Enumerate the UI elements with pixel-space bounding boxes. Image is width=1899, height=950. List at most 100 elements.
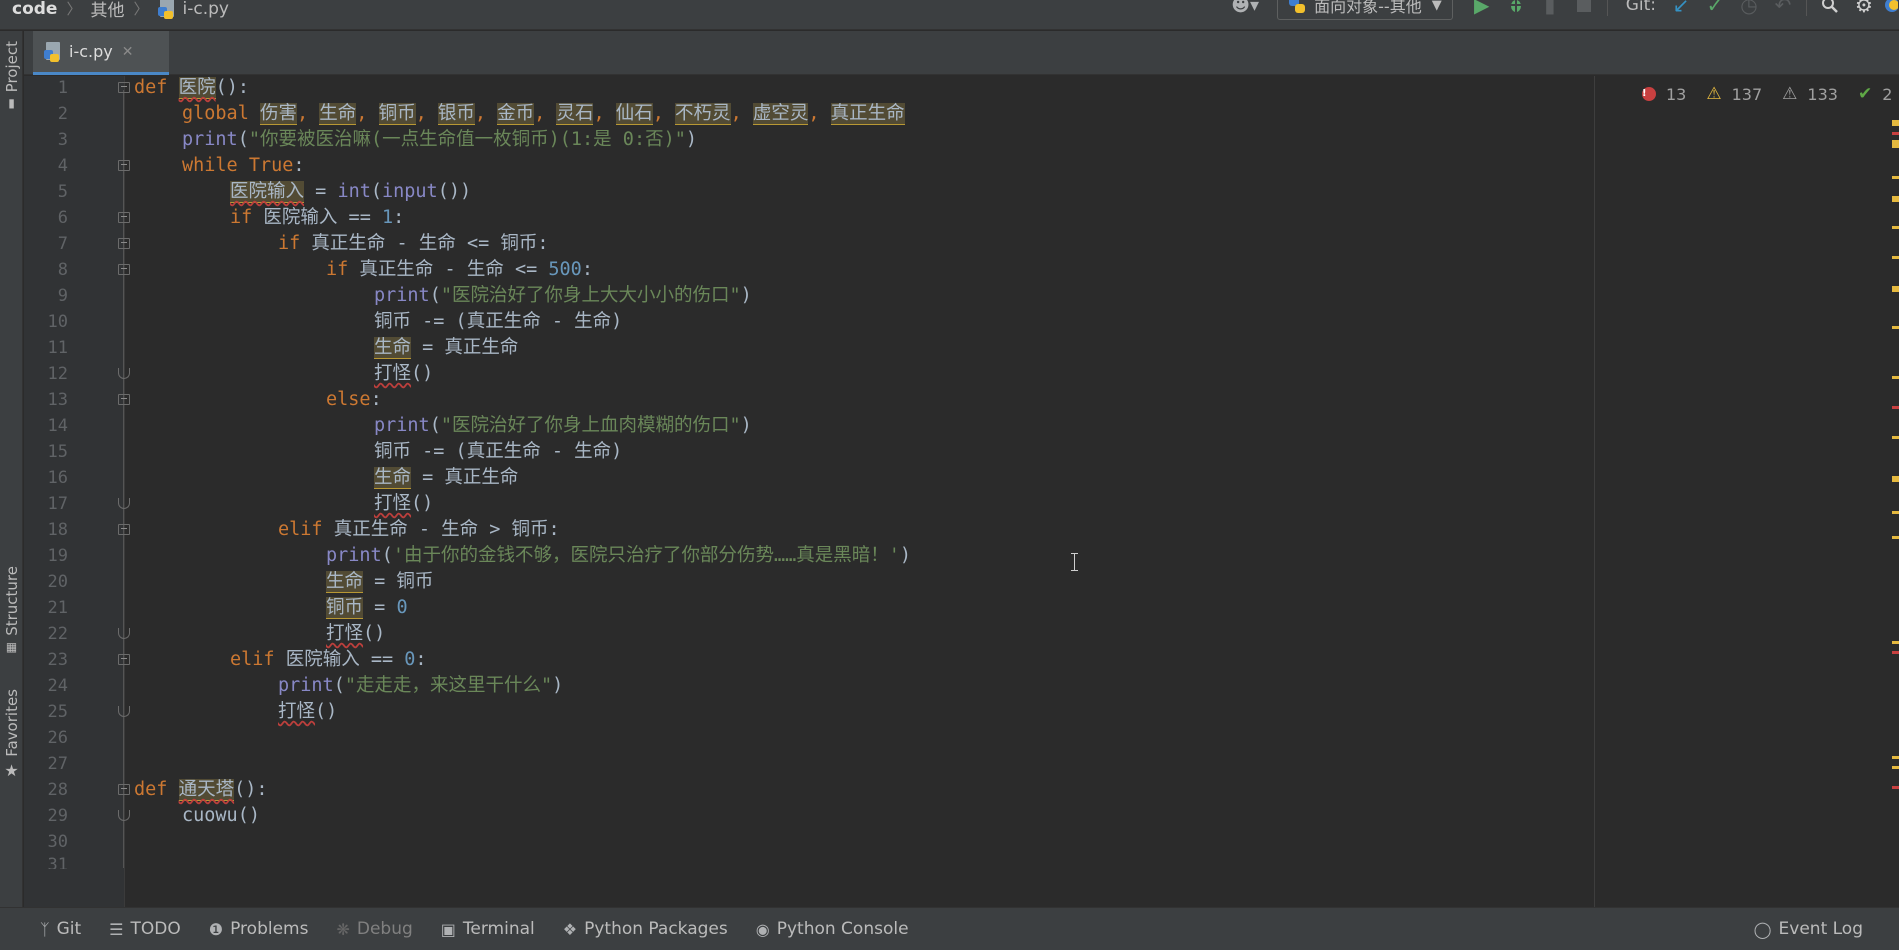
line-number: 26 bbox=[47, 728, 68, 748]
string: "医院治好了你身上大大小小的伤口" bbox=[440, 285, 741, 306]
tab-event-log[interactable]: ◯ Event Log bbox=[1754, 919, 1863, 939]
tab-problems[interactable]: ❶ Problems bbox=[209, 919, 309, 939]
project-tool-tab[interactable]: Project ▮ bbox=[0, 41, 23, 110]
stripe-mark[interactable] bbox=[1892, 641, 1899, 644]
fold-marker[interactable] bbox=[118, 368, 130, 379]
user-icon[interactable]: ☻▾ bbox=[1221, 0, 1269, 18]
code-line: 生命 = 铜币 bbox=[326, 569, 433, 595]
stripe-mark[interactable] bbox=[1892, 406, 1899, 409]
stop-icon[interactable] bbox=[1567, 0, 1601, 18]
fold-marker[interactable] bbox=[118, 238, 130, 249]
breadcrumb-file[interactable]: i-c.py bbox=[183, 0, 229, 19]
code-text: = 真正生命 bbox=[411, 337, 519, 358]
debug-icon[interactable] bbox=[1499, 0, 1533, 18]
code-line: def 通天塔(): bbox=[134, 777, 268, 803]
gear-icon[interactable]: ⚙ bbox=[1847, 0, 1881, 18]
run-configuration-select[interactable]: 面向对象--其他 ▼ bbox=[1277, 0, 1453, 20]
stripe-mark[interactable] bbox=[1892, 286, 1899, 292]
tab-python-packages[interactable]: ❖ Python Packages bbox=[563, 919, 728, 939]
plugin-icon[interactable] bbox=[1881, 0, 1899, 18]
stripe-mark[interactable] bbox=[1892, 511, 1899, 514]
stripe-mark[interactable] bbox=[1892, 436, 1899, 439]
stripe-mark[interactable] bbox=[1892, 176, 1899, 179]
stripe-mark[interactable] bbox=[1892, 132, 1899, 135]
favorites-tool-tab[interactable]: Favorites ★ bbox=[0, 689, 23, 780]
errors-count[interactable]: ! 13 bbox=[1642, 85, 1696, 104]
fold-marker[interactable] bbox=[118, 212, 130, 223]
code-editor[interactable]: 1 2 3 4 5 6 7 8 9 10 11 12 13 14 15 16 1… bbox=[24, 76, 1899, 907]
tab-terminal[interactable]: ▣ Terminal bbox=[441, 919, 535, 939]
warning-icon: ⚠ bbox=[1706, 84, 1722, 104]
rollback-icon[interactable]: ↶ bbox=[1766, 0, 1800, 18]
fold-marker[interactable] bbox=[118, 628, 130, 639]
stripe-mark[interactable] bbox=[1892, 196, 1899, 202]
text-cursor bbox=[1071, 553, 1078, 571]
stripe-mark[interactable] bbox=[1892, 476, 1899, 482]
stripe-mark[interactable] bbox=[1892, 140, 1899, 148]
string: "走走走，来这里干什么" bbox=[344, 675, 553, 696]
stripe-mark[interactable] bbox=[1892, 536, 1899, 539]
terminal-icon: ▣ bbox=[440, 919, 456, 939]
fold-marker[interactable] bbox=[118, 524, 130, 535]
fold-marker[interactable] bbox=[118, 498, 130, 509]
weak-warnings-count[interactable]: ⚠ 133 bbox=[1782, 84, 1848, 104]
line-number: 7 bbox=[57, 234, 68, 254]
stripe-mark[interactable] bbox=[1892, 376, 1899, 379]
fold-marker[interactable] bbox=[118, 654, 130, 665]
stripe-mark[interactable] bbox=[1892, 226, 1899, 229]
inspection-widget[interactable]: !13 ⚠137 ⚠133 ✔2 ⌃ ⌄ bbox=[1642, 84, 1899, 104]
stripe-mark[interactable] bbox=[1892, 651, 1899, 654]
stripe-mark[interactable] bbox=[1892, 786, 1899, 789]
fold-marker[interactable] bbox=[118, 264, 130, 275]
code-line: print("走走走，来这里干什么") bbox=[278, 673, 563, 699]
tab-label: Debug bbox=[356, 919, 413, 939]
stripe-mark[interactable] bbox=[1892, 326, 1899, 329]
fold-marker[interactable] bbox=[118, 784, 130, 795]
line-number: 31 bbox=[47, 855, 68, 869]
tab-todo[interactable]: ☰ TODO bbox=[109, 919, 181, 939]
typo-check-icon: ✔ bbox=[1857, 84, 1873, 104]
list-icon: ☰ bbox=[109, 919, 124, 939]
punctuation: ) bbox=[552, 675, 564, 696]
code-line: def 医院(): bbox=[134, 76, 249, 101]
warnings-count[interactable]: ⚠ 137 bbox=[1706, 84, 1772, 104]
layers-icon: ❖ bbox=[562, 919, 578, 939]
line-number: 27 bbox=[47, 754, 68, 774]
weak-warnings-value: 133 bbox=[1807, 84, 1838, 104]
search-icon[interactable] bbox=[1813, 0, 1847, 18]
history-icon[interactable]: ◷ bbox=[1732, 0, 1766, 18]
tab-label: Event Log bbox=[1778, 919, 1863, 939]
stripe-mark[interactable] bbox=[1892, 120, 1899, 126]
tab-python-console[interactable]: ◉ Python Console bbox=[756, 919, 909, 939]
tab-i-c-py[interactable]: i-c.py ✕ bbox=[33, 31, 169, 75]
error-stripe[interactable] bbox=[1892, 76, 1899, 907]
breadcrumb-folder[interactable]: 其他 bbox=[90, 0, 124, 21]
coverage-icon[interactable]: ▮ bbox=[1533, 0, 1567, 18]
punctuation: , bbox=[534, 103, 557, 124]
git-update-icon[interactable]: ↙ bbox=[1664, 0, 1698, 18]
breadcrumb-separator: 〉 bbox=[133, 0, 149, 18]
stripe-mark[interactable] bbox=[1892, 256, 1899, 259]
fold-marker[interactable] bbox=[118, 394, 130, 405]
structure-tool-tab[interactable]: Structure ▦ bbox=[0, 566, 23, 654]
stripe-mark[interactable] bbox=[1892, 766, 1899, 769]
breadcrumb-root[interactable]: code bbox=[12, 0, 57, 19]
run-icon[interactable]: ▶ bbox=[1465, 0, 1499, 18]
stripe-mark[interactable] bbox=[1892, 756, 1899, 759]
close-icon[interactable]: ✕ bbox=[122, 44, 134, 60]
gutter-divider bbox=[124, 76, 125, 907]
fold-marker[interactable] bbox=[118, 82, 130, 93]
code-text: = bbox=[363, 597, 397, 618]
punctuation: : bbox=[581, 259, 593, 280]
builtin: print bbox=[374, 415, 430, 436]
tab-git[interactable]: ᛉ Git bbox=[40, 919, 81, 939]
line-number: 9 bbox=[57, 286, 68, 306]
code-text: = bbox=[304, 181, 338, 202]
git-commit-icon[interactable]: ✓ bbox=[1698, 0, 1732, 18]
fold-marker[interactable] bbox=[118, 706, 130, 717]
function-name: 医院 bbox=[178, 77, 216, 99]
fold-marker[interactable] bbox=[118, 810, 130, 821]
keyword: else bbox=[326, 389, 371, 410]
fold-marker[interactable] bbox=[118, 160, 130, 171]
tab-debug[interactable]: ❋ Debug bbox=[336, 919, 412, 939]
